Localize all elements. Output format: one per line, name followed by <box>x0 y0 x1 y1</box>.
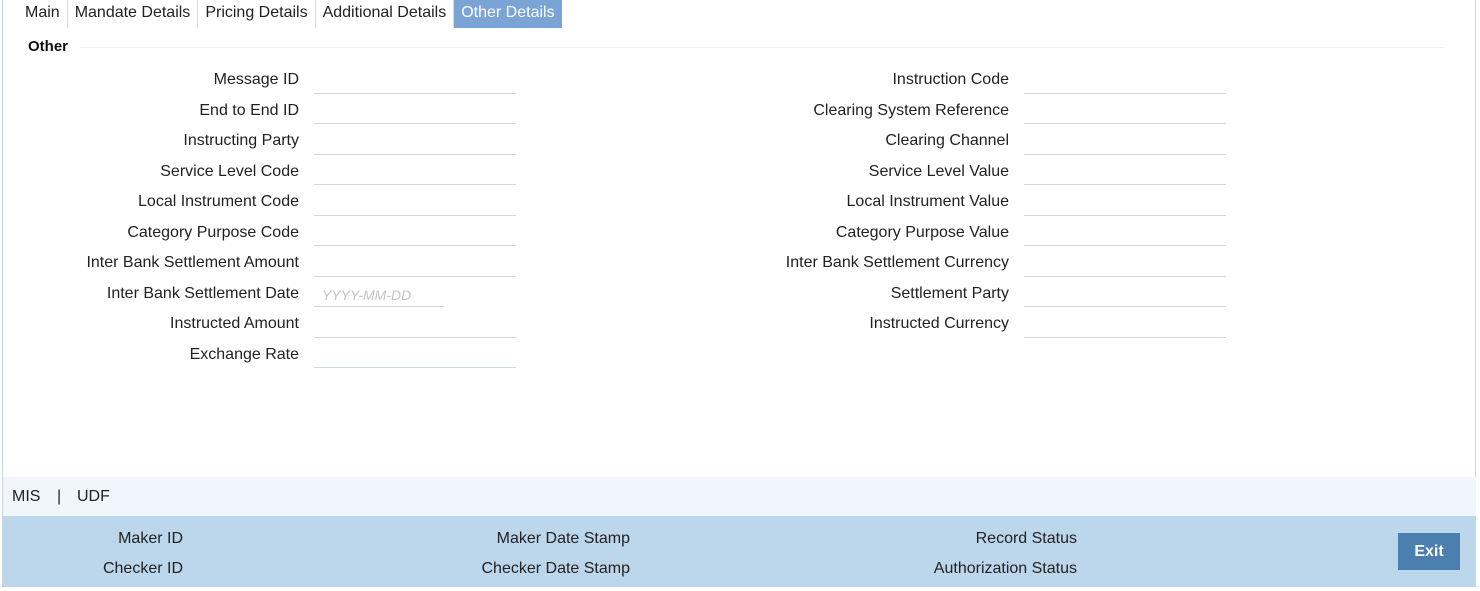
tab-additional-details[interactable]: Additional Details <box>316 0 455 28</box>
service-level-code-label: Service Level Code <box>160 163 299 180</box>
category-purpose-value-input[interactable] <box>1024 222 1226 246</box>
record-status-label: Record Status <box>975 530 1077 547</box>
end-to-end-id-input[interactable] <box>314 100 516 124</box>
instructed-amount-label: Instructed Amount <box>170 315 299 332</box>
inter-bank-settlement-amount-input[interactable] <box>314 253 516 277</box>
settlement-party-input[interactable] <box>1024 283 1226 307</box>
inter-bank-settlement-date-label: Inter Bank Settlement Date <box>106 285 299 302</box>
section-title: Other <box>28 38 69 55</box>
instruction-code-input[interactable] <box>1024 70 1226 94</box>
audit-bar <box>3 516 1476 587</box>
inter-bank-settlement-currency-label: Inter Bank Settlement Currency <box>785 254 1009 271</box>
instructing-party-label: Instructing Party <box>183 132 299 149</box>
service-level-value-label: Service Level Value <box>868 163 1009 180</box>
instructed-amount-input[interactable] <box>314 314 516 338</box>
clearing-system-reference-input[interactable] <box>1024 100 1226 124</box>
udf-link[interactable]: UDF <box>77 487 110 507</box>
instructed-currency-input[interactable] <box>1024 314 1226 338</box>
clearing-channel-label: Clearing Channel <box>885 132 1009 149</box>
section-divider <box>80 47 1444 48</box>
service-level-value-input[interactable] <box>1024 161 1226 185</box>
maker-id-label: Maker ID <box>118 530 183 547</box>
footer-link-separator: | <box>57 488 62 505</box>
checker-date-stamp-label: Checker Date Stamp <box>481 560 630 577</box>
local-instrument-code-input[interactable] <box>314 192 516 216</box>
inter-bank-settlement-currency-input[interactable] <box>1024 253 1226 277</box>
checker-id-label: Checker ID <box>102 560 183 577</box>
category-purpose-code-label: Category Purpose Code <box>127 224 299 241</box>
exchange-rate-label: Exchange Rate <box>189 346 299 363</box>
category-purpose-value-label: Category Purpose Value <box>835 224 1009 241</box>
tab-main[interactable]: Main <box>18 0 68 28</box>
inter-bank-settlement-date-input[interactable] <box>314 283 444 307</box>
authorization-status-label: Authorization Status <box>933 560 1077 577</box>
local-instrument-code-label: Local Instrument Code <box>138 193 299 210</box>
clearing-channel-input[interactable] <box>1024 131 1226 155</box>
exchange-rate-input[interactable] <box>314 344 516 368</box>
footer-links-bar: MIS | UDF <box>3 477 1476 516</box>
tab-bar: Main Mandate Details Pricing Details Add… <box>18 0 562 28</box>
tab-pricing-details[interactable]: Pricing Details <box>198 0 316 28</box>
settlement-party-label: Settlement Party <box>890 285 1009 302</box>
local-instrument-value-label: Local Instrument Value <box>846 193 1009 210</box>
instructing-party-input[interactable] <box>314 131 516 155</box>
tab-other-details[interactable]: Other Details <box>454 0 562 28</box>
end-to-end-id-label: End to End ID <box>199 102 299 119</box>
mis-link[interactable]: MIS <box>12 487 40 507</box>
maker-date-stamp-label: Maker Date Stamp <box>496 530 630 547</box>
inter-bank-settlement-amount-label: Inter Bank Settlement Amount <box>86 254 299 271</box>
tab-mandate-details[interactable]: Mandate Details <box>68 0 199 28</box>
local-instrument-value-input[interactable] <box>1024 192 1226 216</box>
exit-button[interactable]: Exit <box>1398 533 1460 570</box>
clearing-system-reference-label: Clearing System Reference <box>813 102 1009 119</box>
message-id-input[interactable] <box>314 70 516 94</box>
instruction-code-label: Instruction Code <box>892 71 1009 88</box>
message-id-label: Message ID <box>213 71 299 88</box>
service-level-code-input[interactable] <box>314 161 516 185</box>
instructed-currency-label: Instructed Currency <box>869 315 1009 332</box>
category-purpose-code-input[interactable] <box>314 222 516 246</box>
